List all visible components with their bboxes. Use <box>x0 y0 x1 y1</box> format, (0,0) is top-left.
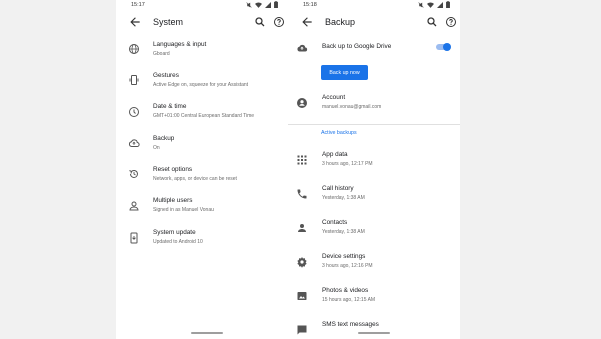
help-icon[interactable] <box>273 16 285 28</box>
item-title: System update <box>153 229 196 236</box>
backup-toggle-switch[interactable] <box>436 43 451 51</box>
app-bar: System <box>116 11 288 33</box>
item-title: Device settings <box>322 253 366 260</box>
item-title: Languages & input <box>153 41 207 48</box>
divider <box>288 124 460 125</box>
back-up-now-button[interactable]: Back up now <box>321 65 368 80</box>
item-subtitle: Network, apps, or device can be reset <box>153 176 237 182</box>
backup-item-call-history[interactable]: Call history Yesterday, 1:38 AM <box>288 184 460 206</box>
item-subtitle: 3 hours ago, 12:17 PM <box>322 161 373 167</box>
item-subtitle: Gboard <box>153 51 170 57</box>
system-update-icon <box>130 232 138 244</box>
backup-item-app-data[interactable]: App data 3 hours ago, 12:17 PM <box>288 150 460 172</box>
backup-item-device-settings[interactable]: Device settings 3 hours ago, 12:16 PM <box>288 252 460 274</box>
signal-icon <box>265 1 271 8</box>
item-title: Date & time <box>153 103 187 110</box>
gesture-bar[interactable] <box>191 332 223 334</box>
help-icon[interactable] <box>445 16 457 28</box>
cloud-upload-icon <box>297 44 308 52</box>
item-title: Reset options <box>153 166 193 173</box>
person-icon <box>129 201 139 211</box>
settings-item-backup[interactable]: Backup On <box>116 134 288 156</box>
globe-icon <box>129 44 139 54</box>
item-title: Backup <box>153 135 175 142</box>
settings-item-date-time[interactable]: Date & time GMT+01:00 Central European S… <box>116 102 288 124</box>
backup-settings-screen: 15:18 Backup Back up to Google Drive Bac… <box>288 0 460 339</box>
battery-icon <box>274 1 278 8</box>
settings-item-reset[interactable]: Reset options Network, apps, or device c… <box>116 165 288 187</box>
item-title: SMS text messages <box>322 321 379 328</box>
back-arrow-icon[interactable] <box>128 15 142 29</box>
backup-toggle-row[interactable]: Back up to Google Drive <box>288 40 460 56</box>
backup-item-photos-videos[interactable]: Photos & videos 15 hours ago, 12:15 AM <box>288 286 460 308</box>
page-title: System <box>153 17 184 27</box>
account-email: manuel.vonau@gmail.com <box>322 104 382 110</box>
item-title: Multiple users <box>153 197 193 204</box>
item-subtitle: Signed in as Manuel Vonau <box>153 207 214 213</box>
battery-icon <box>446 1 450 8</box>
item-subtitle: Updated to Android 10 <box>153 239 203 245</box>
item-subtitle: 3 hours ago, 12:16 PM <box>322 263 373 269</box>
clock-icon <box>129 107 139 117</box>
backup-item-contacts[interactable]: Contacts Yesterday, 1:38 AM <box>288 218 460 240</box>
item-title: Gestures <box>153 72 179 79</box>
signal-icon <box>437 1 443 8</box>
mute-icon <box>418 1 424 8</box>
gear-icon <box>297 257 307 268</box>
item-subtitle: On <box>153 145 160 151</box>
message-icon <box>297 325 307 335</box>
phone-icon <box>297 189 307 199</box>
item-title: App data <box>322 151 348 158</box>
search-icon[interactable] <box>426 16 438 28</box>
gesture-bar[interactable] <box>358 332 390 334</box>
backup-toggle-label: Back up to Google Drive <box>322 43 392 50</box>
toggle-thumb <box>443 43 451 51</box>
system-settings-screen: 15:17 System Languages & input Gboard Ge… <box>116 0 288 339</box>
status-icons <box>418 1 450 8</box>
account-row[interactable]: Account manuel.vonau@gmail.com <box>288 93 460 115</box>
app-bar: Backup <box>288 11 460 33</box>
status-bar: 15:18 <box>288 0 460 11</box>
settings-item-gestures[interactable]: Gestures Active Edge on, squeeze for you… <box>116 71 288 93</box>
item-subtitle: Yesterday, 1:38 AM <box>322 229 365 235</box>
account-title: Account <box>322 94 346 101</box>
item-subtitle: Yesterday, 1:38 AM <box>322 195 365 201</box>
back-arrow-icon[interactable] <box>300 15 314 29</box>
account-icon <box>297 98 307 108</box>
backup-item-sms[interactable]: SMS text messages <box>288 320 460 339</box>
history-icon <box>129 169 138 178</box>
person-icon <box>298 224 306 232</box>
item-subtitle: GMT+01:00 Central European Standard Time <box>153 113 255 119</box>
apps-grid-icon <box>297 155 307 165</box>
item-subtitle: Active Edge on, squeeze for your Assista… <box>153 82 249 88</box>
search-icon[interactable] <box>254 16 266 28</box>
item-subtitle: 15 hours ago, 12:15 AM <box>322 297 376 303</box>
wifi-icon <box>427 1 434 8</box>
page-title: Backup <box>325 17 356 27</box>
settings-item-languages[interactable]: Languages & input Gboard <box>116 40 288 62</box>
phone-gesture-icon <box>129 75 139 85</box>
item-title: Photos & videos <box>322 287 369 294</box>
photo-icon <box>297 292 307 300</box>
status-bar: 15:17 <box>116 0 288 11</box>
item-title: Contacts <box>322 219 348 226</box>
status-time: 15:18 <box>303 2 317 8</box>
settings-item-system-update[interactable]: System update Updated to Android 10 <box>116 228 288 250</box>
status-icons <box>246 1 278 8</box>
settings-item-users[interactable]: Multiple users Signed in as Manuel Vonau <box>116 196 288 218</box>
cloud-backup-icon <box>128 139 140 147</box>
wifi-icon <box>255 1 262 8</box>
status-time: 15:17 <box>131 2 145 8</box>
section-header-active-backups: Active backups <box>321 130 357 136</box>
item-title: Call history <box>322 185 354 192</box>
mute-icon <box>246 1 252 8</box>
